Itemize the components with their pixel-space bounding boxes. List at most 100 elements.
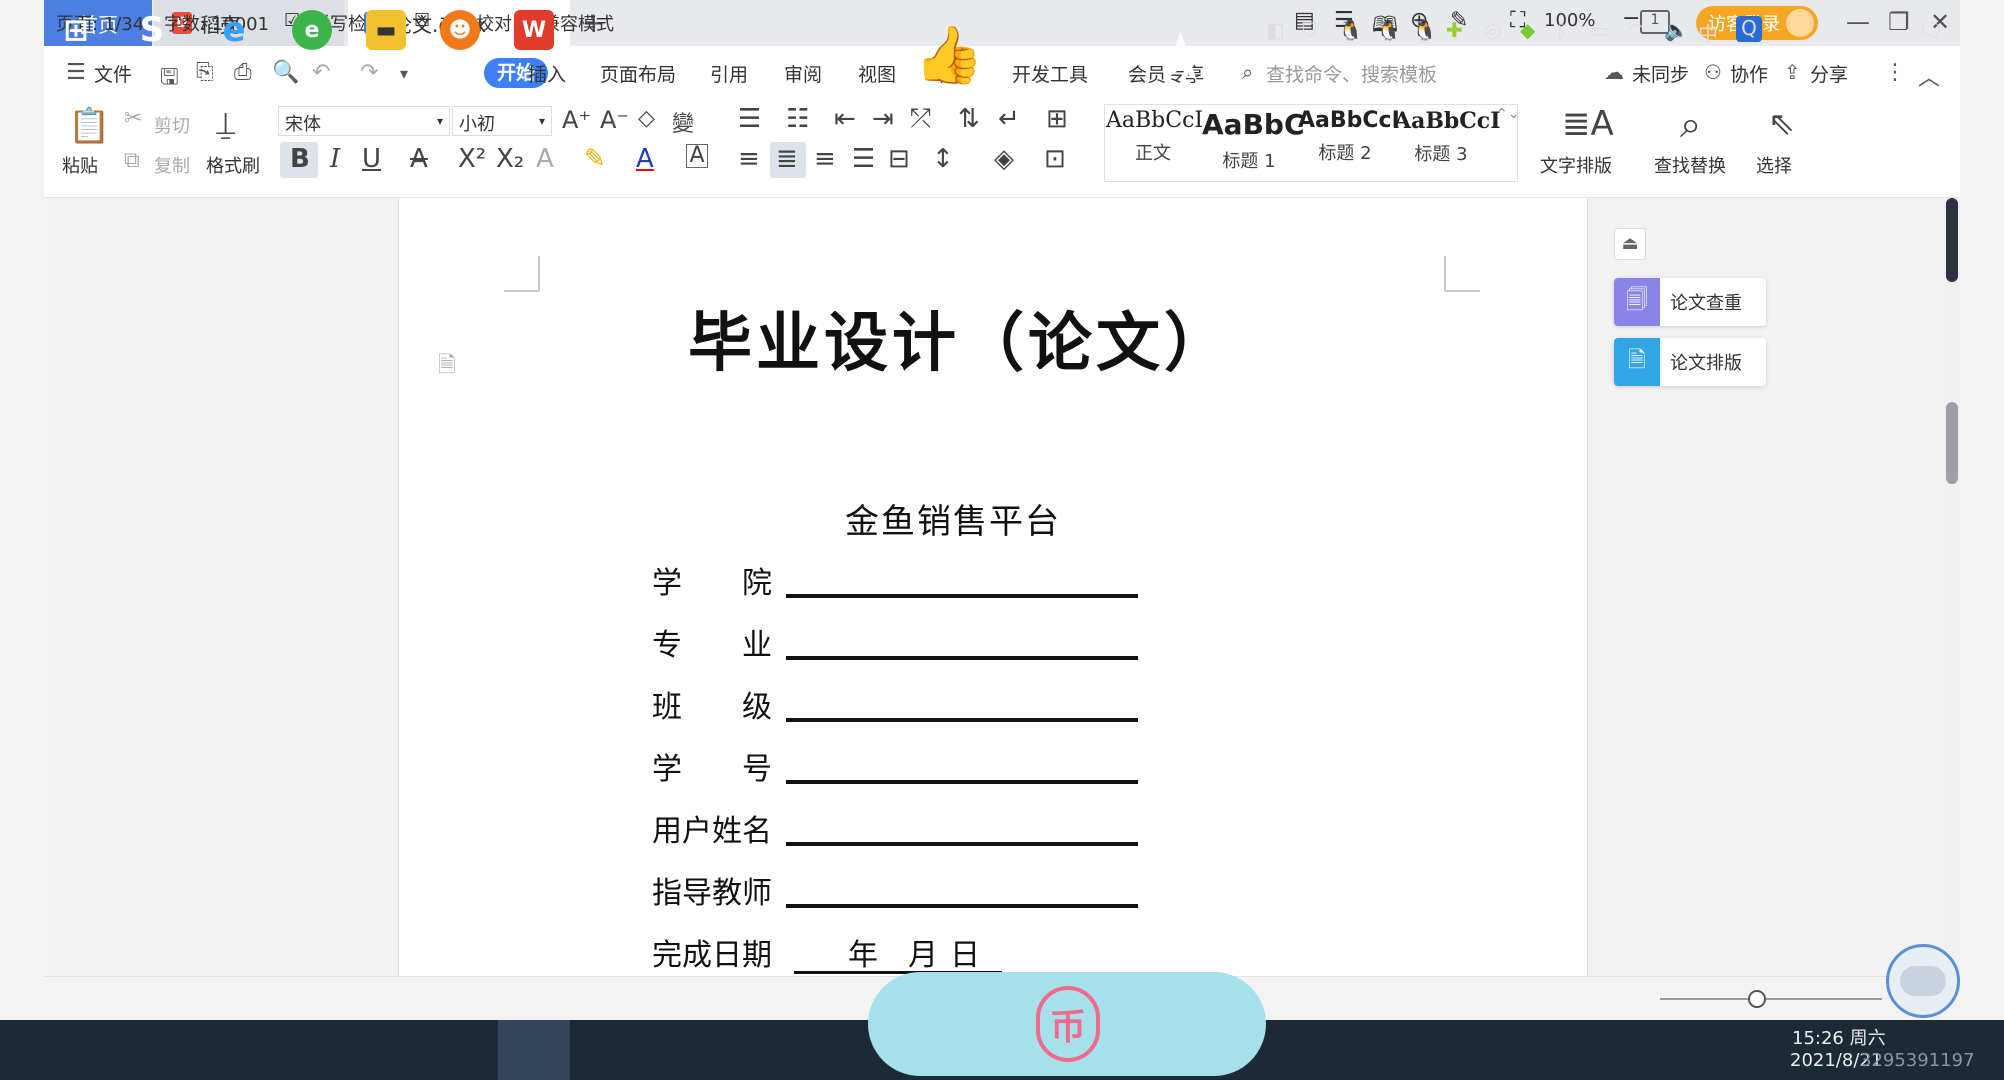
align-right-icon[interactable]: ≡ xyxy=(814,144,836,174)
tray-qq-icon[interactable]: 🐧 xyxy=(1412,18,1437,42)
show-marks-icon[interactable]: ↵ xyxy=(998,104,1020,134)
vertical-scrollbar[interactable] xyxy=(1944,198,1960,976)
gallery-more-icon[interactable]: ⌃⌄ xyxy=(1496,106,1519,122)
tray-app-icon[interactable]: ◎ xyxy=(1484,18,1501,42)
ie-browser-icon[interactable]: e xyxy=(214,10,254,50)
windows-start-icon[interactable]: ⊞ xyxy=(56,10,96,50)
sync-status[interactable]: 未同步 xyxy=(1632,60,1689,87)
minimize-icon[interactable]: — xyxy=(1846,8,1870,36)
line-spacing-icon[interactable]: ↕ xyxy=(932,144,954,174)
zoom-level[interactable]: 100% xyxy=(1544,10,1595,31)
paragraph-handle-icon[interactable]: 🗎 xyxy=(438,348,456,386)
underline-icon[interactable]: U xyxy=(362,144,381,174)
volume-icon[interactable]: 🔈 xyxy=(1664,18,1689,42)
share-button[interactable]: 分享 xyxy=(1810,60,1848,87)
collaborate-button[interactable]: 协作 xyxy=(1730,60,1768,87)
redo-icon[interactable]: ↷ xyxy=(360,60,378,85)
menu-references[interactable]: 引用 xyxy=(710,60,748,87)
hamburger-icon[interactable]: ☰ xyxy=(66,60,86,85)
more-icon[interactable]: ⋮ xyxy=(1884,60,1906,85)
select-button[interactable]: 选择 xyxy=(1756,152,1792,178)
style-heading-3[interactable]: AaBbCcI 标题 3 xyxy=(1394,108,1501,180)
increase-indent-icon[interactable]: ⇥ xyxy=(872,104,894,134)
star-icon[interactable]: ★ xyxy=(1150,18,1211,97)
shading-icon[interactable]: ◈ xyxy=(994,144,1014,174)
highlight-icon[interactable]: ✎ xyxy=(584,144,606,174)
tray-device-icon[interactable]: ▭ xyxy=(1590,18,1609,42)
justify-icon[interactable]: ☰ xyxy=(852,144,875,174)
command-search-input[interactable]: 查找命令、搜索模板 xyxy=(1266,60,1437,87)
strikethrough-icon[interactable]: A xyxy=(410,144,428,174)
app-s-icon[interactable]: S xyxy=(132,10,172,50)
borders-icon[interactable]: ⊡ xyxy=(1044,144,1066,174)
format-painter-icon[interactable]: ⍊ xyxy=(216,104,235,143)
zoom-slider-handle[interactable] xyxy=(1748,990,1766,1008)
tray-qq-icon[interactable]: 🐧 xyxy=(1376,18,1401,42)
paper-check-button[interactable]: 🗐 论文查重 xyxy=(1614,278,1766,326)
menu-view[interactable]: 视图 xyxy=(858,60,896,87)
scrollbar-thumb[interactable] xyxy=(1946,402,1958,484)
thumbs-up-icon[interactable]: 👍 xyxy=(914,22,984,88)
sort-icon[interactable]: ⇅ xyxy=(958,104,980,134)
cut-button[interactable]: 剪切 xyxy=(154,112,190,138)
print-preview-icon[interactable]: 🔍 xyxy=(272,60,299,85)
search-q-icon[interactable]: Q xyxy=(1736,16,1762,42)
tray-shield-icon[interactable]: ⛉ xyxy=(1302,18,1317,42)
export-pdf-icon[interactable]: ⎘ xyxy=(196,60,214,85)
text-layout-icon[interactable]: ≣A xyxy=(1562,104,1614,144)
tray-qq-icon[interactable]: 🐧 xyxy=(1338,18,1363,42)
align-center-icon[interactable]: ≣ xyxy=(776,144,798,174)
italic-icon[interactable]: I xyxy=(330,144,340,174)
find-replace-icon[interactable]: ⌕ xyxy=(1680,102,1701,147)
tray-green-icon[interactable]: ✚ xyxy=(1446,18,1463,42)
save-icon[interactable]: 🖫 xyxy=(160,60,179,98)
app-mascot-icon[interactable]: ☻ xyxy=(440,10,480,50)
file-explorer-icon[interactable]: ▬ xyxy=(366,10,406,50)
browser-360-icon[interactable]: e xyxy=(292,10,332,50)
superscript-icon[interactable]: X² xyxy=(458,144,486,174)
increase-font-icon[interactable]: A⁺ xyxy=(562,106,591,134)
tray-nvidia-icon[interactable]: ◆ xyxy=(1520,18,1535,42)
menu-developer[interactable]: 开发工具 xyxy=(1012,60,1088,87)
menu-file[interactable]: 文件 xyxy=(94,60,132,87)
style-heading-2[interactable]: AaBbCcI 标题 2 xyxy=(1298,108,1400,180)
font-size-select[interactable]: 小初 ▾ xyxy=(452,106,552,136)
char-border-icon[interactable]: A xyxy=(686,144,708,168)
font-color-icon[interactable]: A xyxy=(636,144,654,174)
zoom-slider[interactable] xyxy=(1660,998,1882,1000)
input-method[interactable]: 中 xyxy=(1698,18,1718,47)
phonetic-guide-icon[interactable]: 變 xyxy=(672,106,694,138)
undo-icon[interactable]: ↶ xyxy=(312,60,330,85)
chinese-layout-icon[interactable]: ⤱ xyxy=(910,104,931,135)
text-layout-button[interactable]: 文字排版 xyxy=(1540,152,1612,178)
text-effect-icon[interactable]: A xyxy=(536,144,554,174)
paper-layout-button[interactable]: 🗎 论文排版 xyxy=(1614,338,1766,386)
coin-icon[interactable]: 币 xyxy=(1036,986,1100,1062)
quick-access-dropdown-icon[interactable]: ▾ xyxy=(400,64,408,83)
paste-button[interactable]: 粘贴 xyxy=(62,152,98,178)
decrease-indent-icon[interactable]: ⇤ xyxy=(834,104,856,134)
style-heading-1[interactable]: AaBbC 标题 1 xyxy=(1202,108,1305,180)
format-painter-button[interactable]: 格式刷 xyxy=(206,152,260,178)
collapse-panel-icon[interactable]: ⏏ xyxy=(1614,228,1646,260)
taskbar-time[interactable]: 15:26 周六 xyxy=(1792,1024,1886,1050)
menu-review[interactable]: 审阅 xyxy=(784,60,822,87)
tab-stops-icon[interactable]: ⊞ xyxy=(1046,104,1068,134)
bullet-list-icon[interactable]: ☰ xyxy=(738,104,761,134)
numbered-list-icon[interactable]: ☷ xyxy=(786,104,809,134)
copy-button[interactable]: 复制 xyxy=(154,152,190,178)
print-icon[interactable]: ⎙ xyxy=(234,60,252,85)
find-replace-button[interactable]: 查找替换 xyxy=(1654,152,1726,178)
font-family-select[interactable]: 宋体 ▾ xyxy=(278,106,450,136)
notification-icon[interactable]: 🗨 xyxy=(1918,18,1943,42)
menu-page-layout[interactable]: 页面布局 xyxy=(600,60,676,87)
restore-icon[interactable]: ❐ xyxy=(1888,8,1910,36)
select-cursor-icon[interactable]: ⇖ xyxy=(1768,104,1795,142)
tray-app-icon[interactable]: ◧ xyxy=(1266,18,1285,42)
wifi-icon[interactable]: ◠ xyxy=(1628,18,1645,42)
menu-insert[interactable]: 插入 xyxy=(528,60,566,87)
style-normal[interactable]: AaBbCcI 正文 xyxy=(1106,108,1203,180)
collapse-ribbon-icon[interactable]: ︿ xyxy=(1918,60,1940,92)
bluetooth-icon[interactable]: ᛒ xyxy=(1556,18,1568,42)
paste-icon[interactable]: 📋 xyxy=(68,106,110,146)
